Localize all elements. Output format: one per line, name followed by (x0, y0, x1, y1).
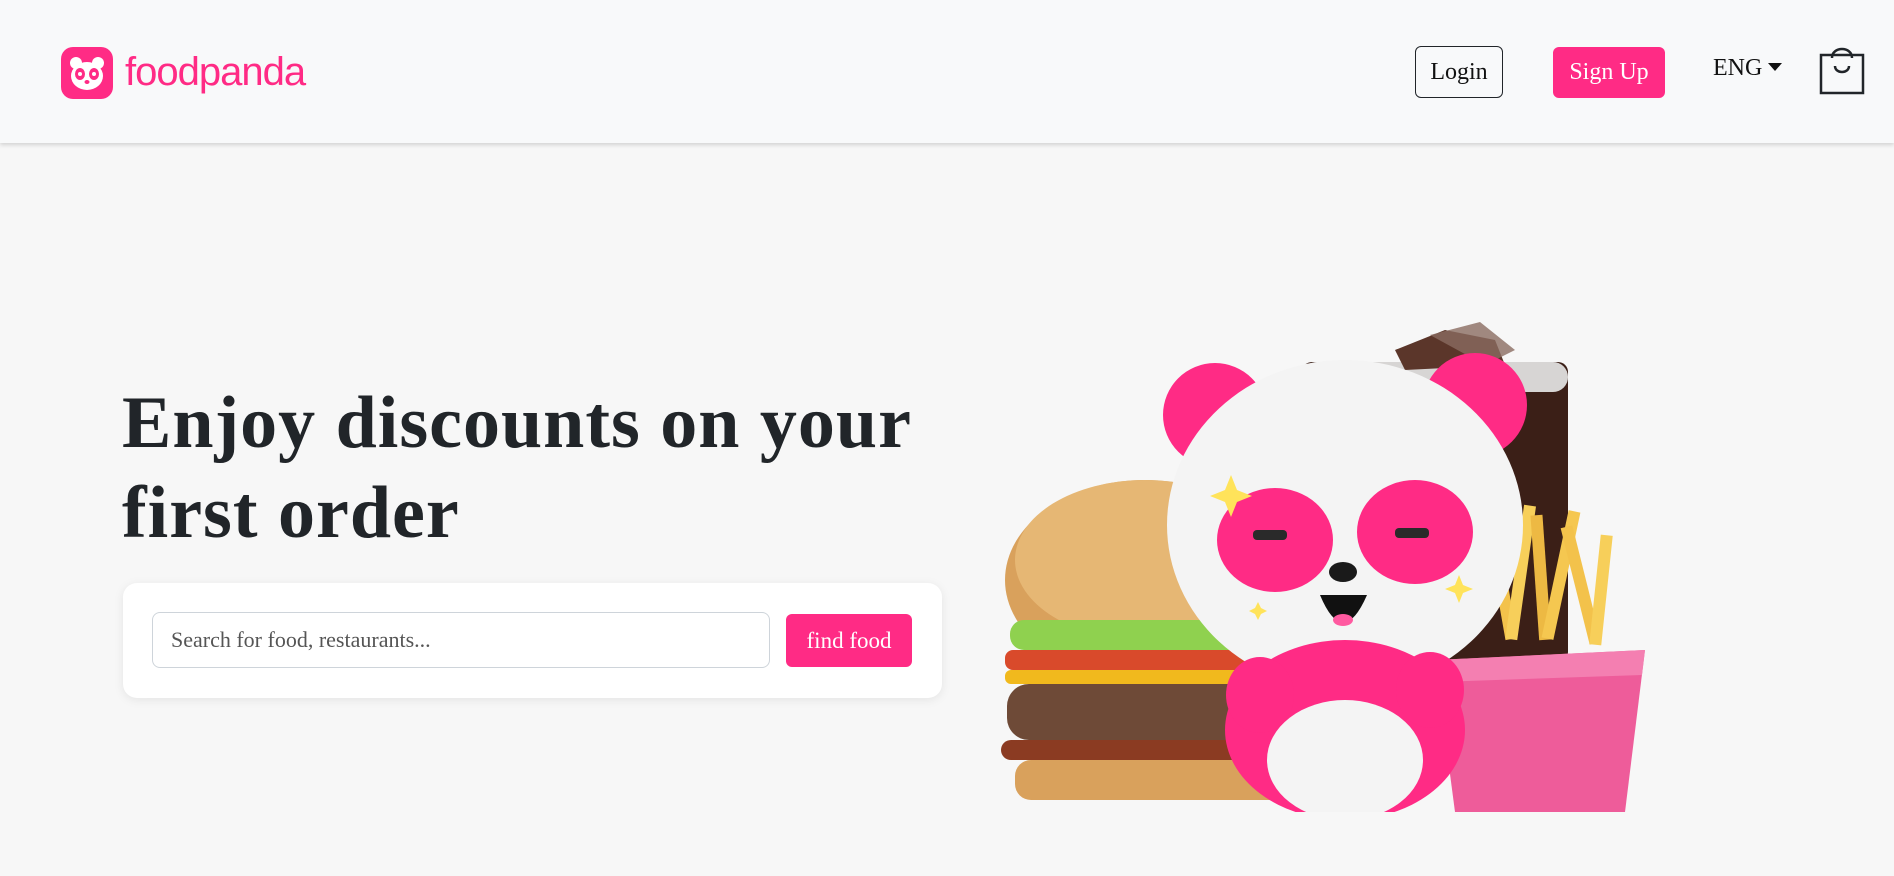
brand-logo[interactable]: foodpanda (61, 47, 306, 99)
shopping-bag-icon (1819, 47, 1865, 95)
brand-name: foodpanda (125, 50, 306, 94)
find-food-button[interactable]: find food (786, 614, 912, 667)
cart-button[interactable] (1818, 44, 1866, 96)
top-navbar: foodpanda Login Sign Up ENG (0, 0, 1894, 143)
hero-title: Enjoy discounts on your first order (122, 382, 911, 554)
hero-illustration (975, 320, 1675, 820)
caret-down-icon (1768, 62, 1783, 71)
search-input[interactable] (152, 612, 770, 668)
search-card: find food (123, 583, 942, 698)
language-selector[interactable]: ENG (1713, 55, 1783, 82)
signup-button[interactable]: Sign Up (1553, 47, 1665, 98)
login-button[interactable]: Login (1415, 46, 1503, 98)
panda-logo-icon (61, 47, 113, 99)
language-label: ENG (1713, 55, 1763, 81)
